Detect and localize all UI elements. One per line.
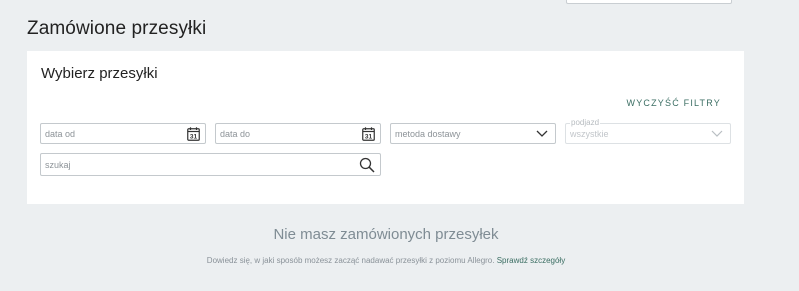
filters-panel: Wybierz przesyłki WYCZYŚĆ FILTRY data od… <box>27 51 744 204</box>
calendar-icon[interactable]: 31 <box>187 127 200 141</box>
empty-state-description: Dowiedz się, w jaki sposób możesz zacząć… <box>206 256 495 265</box>
delivery-method-select[interactable]: metoda dostawy <box>390 123 556 144</box>
delivery-method-placeholder: metoda dostawy <box>395 129 461 139</box>
date-to-field[interactable]: data do 31 <box>215 123 381 144</box>
empty-state-text: Dowiedz się, w jaki sposób możesz zacząć… <box>0 256 772 265</box>
search-icon[interactable] <box>359 157 375 173</box>
empty-state-title: Nie masz zamówionych przesyłek <box>273 226 499 243</box>
calendar-day-number: 31 <box>365 134 373 141</box>
filters-panel-title: Wybierz przesyłki <box>41 65 158 82</box>
entry-value: wszystkie <box>570 129 609 139</box>
clear-filters-button[interactable]: WYCZYŚĆ FILTRY <box>627 98 721 108</box>
search-placeholder: szukaj <box>45 160 71 170</box>
calendar-day-number: 31 <box>190 134 198 141</box>
date-from-field[interactable]: data od 31 <box>40 123 206 144</box>
entry-select[interactable]: podjazd wszystkie <box>565 118 731 144</box>
search-input[interactable]: szukaj <box>40 153 381 176</box>
chevron-down-icon <box>711 130 723 137</box>
page-title: Zamówione przesyłki <box>27 18 207 39</box>
entry-label: podjazd <box>570 118 601 127</box>
chevron-down-icon <box>536 130 548 137</box>
date-from-placeholder: data od <box>45 129 76 139</box>
details-link[interactable]: Sprawdź szczegóły <box>497 256 565 265</box>
top-dropdown-partial[interactable] <box>566 0 732 4</box>
calendar-icon[interactable]: 31 <box>362 127 375 141</box>
date-to-placeholder: data do <box>220 129 251 139</box>
